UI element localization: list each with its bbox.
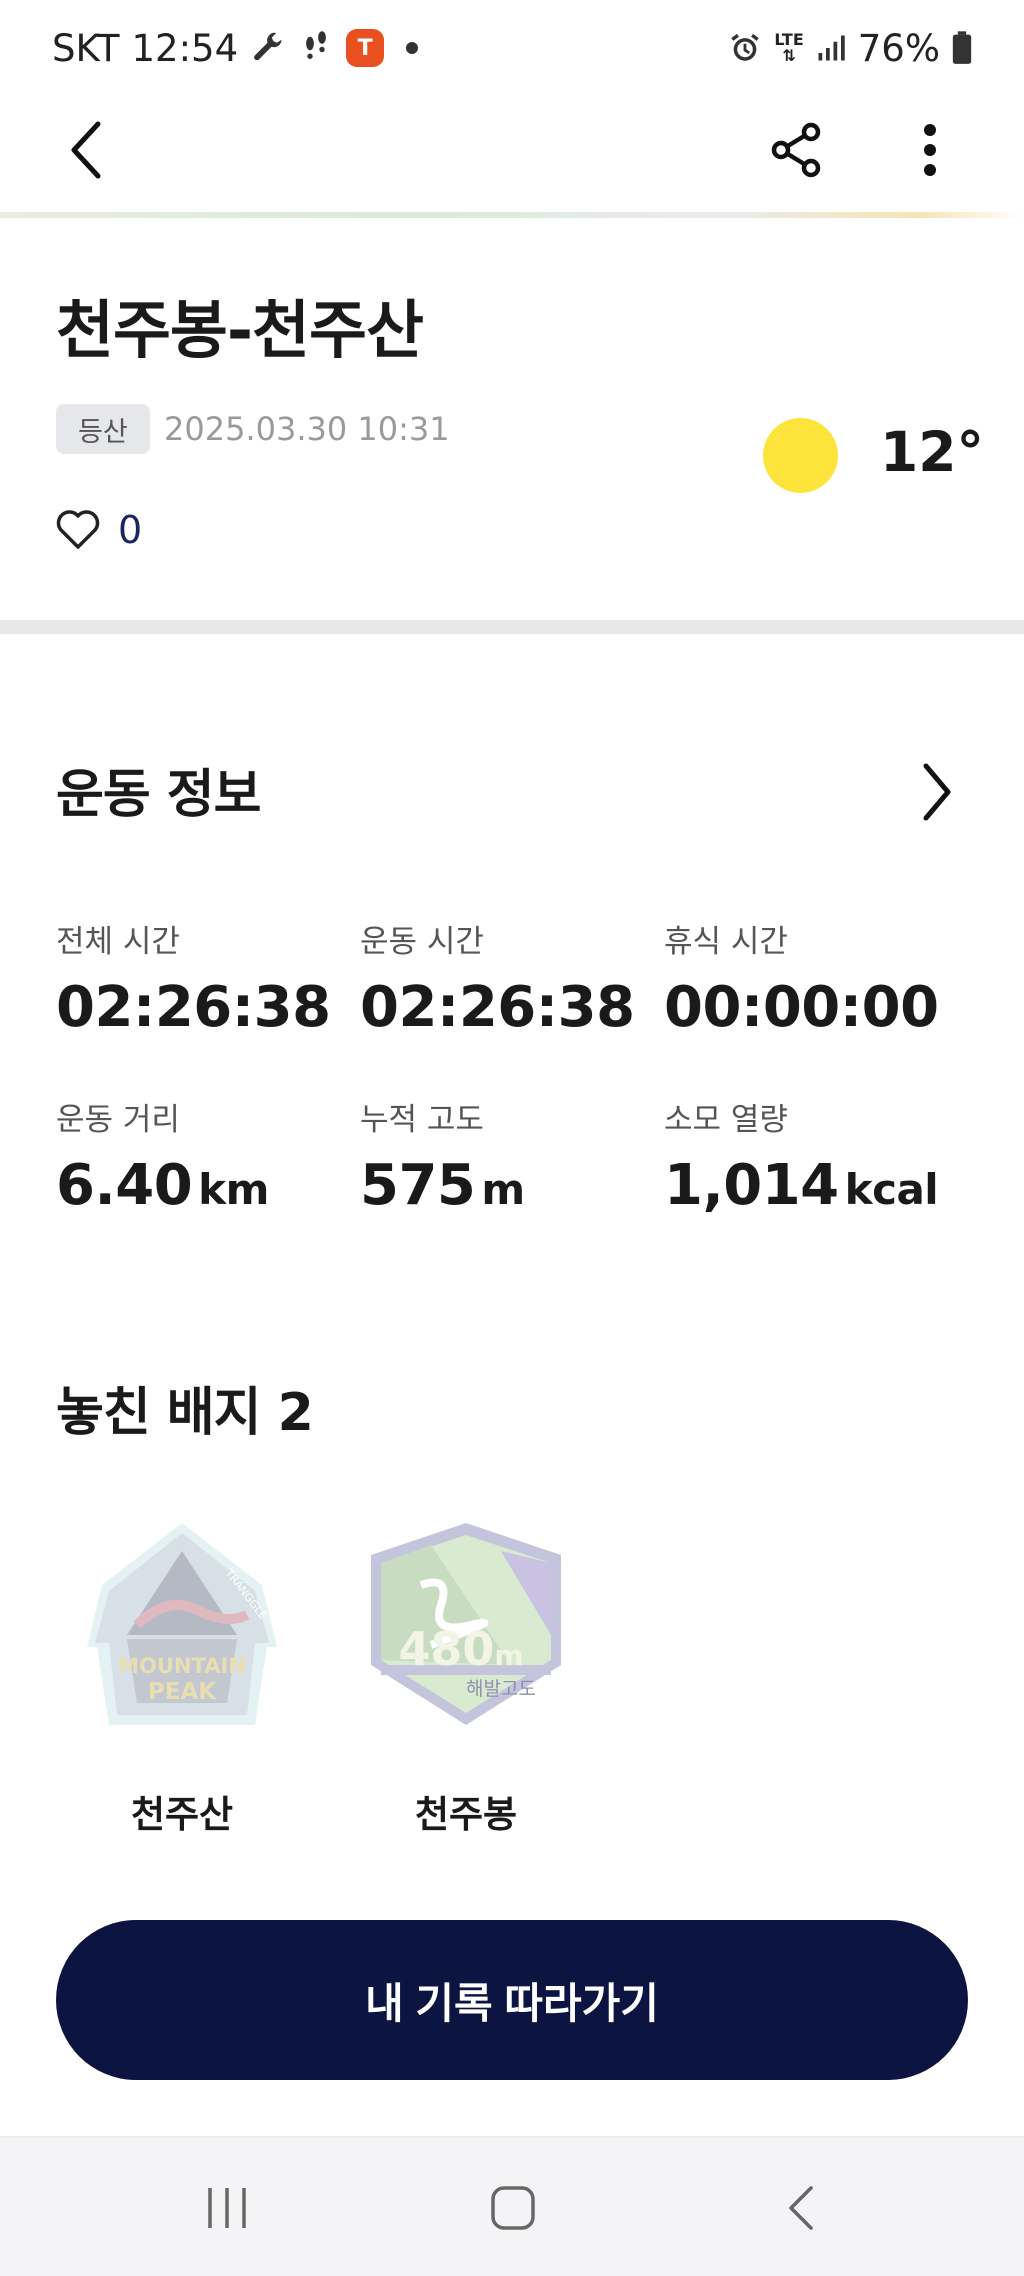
stat-label: 운동 시간 [360,924,484,960]
stat-label: 전체 시간 [56,924,180,960]
like-button[interactable]: 0 [56,508,142,552]
lte-icon: LTE ⇅ [774,32,803,64]
share-button[interactable] [762,110,832,190]
notification-dot-icon [406,42,419,54]
badge-name: 천주산 [130,1793,234,1836]
stat-calories: 소모 열량 1,014 kcal [664,1094,939,1218]
back-button[interactable] [56,114,116,186]
carrier-label: SKT [52,26,120,70]
stat-value: 575 m [360,1153,525,1218]
stat-value: 1,014 kcal [664,1153,939,1218]
stat-distance: 운동 거리 6.40 km [56,1094,269,1218]
back-arrow-icon [789,2186,813,2230]
clock: 12:54 [131,26,239,70]
badge-art-line2: PEAK [148,1679,217,1705]
altitude-480m-badge-icon: 480m 해발고도 [356,1510,576,1730]
battery-icon [952,31,972,65]
stat-number: 6.40 [56,1153,193,1218]
data-arrows-icon: ⇅ [782,46,796,65]
badge-cheonjusan[interactable]: MOUNTAIN PEAK TRANGGLE 천주산 [72,1510,292,1840]
share-icon [771,122,821,178]
exercise-info-title: 운동 정보 [56,765,261,825]
stat-exercise-time: 운동 시간 02:26:38 [360,916,635,1040]
stat-value: 02:26:38 [56,975,331,1040]
section-divider [0,620,1024,634]
stat-elevation-gain: 누적 고도 575 m [360,1094,525,1218]
record-title: 천주봉-천주산 [56,294,424,367]
status-bar: SKT 12:54 T LTE ⇅ 76% [0,0,1024,96]
system-back-button[interactable] [756,2168,846,2248]
stat-unit: kcal [844,1165,939,1214]
map-preview-edge [0,212,1024,218]
badge-art-line1: MOUNTAIN [118,1654,246,1678]
stat-number: 02:26:38 [56,975,331,1040]
record-datetime: 2025.03.30 10:31 [164,410,450,448]
stat-label: 휴식 시간 [664,924,788,960]
signal-icon [816,33,846,63]
stat-number: 575 [360,1153,476,1218]
home-icon [491,2186,535,2230]
battery-percent: 76% [857,26,940,70]
top-app-bar [0,96,1024,214]
missed-badges-title: 놓친 배지 2 [56,1383,314,1443]
alarm-icon [728,31,762,65]
sunny-weather-icon [763,418,838,493]
recent-apps-button[interactable] [182,2168,272,2248]
status-right: LTE ⇅ 76% [728,27,972,70]
chevron-right-icon [923,763,951,821]
badge-cheonjubong[interactable]: 480m 해발고도 천주봉 [356,1510,576,1840]
mountain-peak-badge-icon: MOUNTAIN PEAK TRANGGLE [72,1510,292,1730]
stat-label: 누적 고도 [360,1102,484,1138]
status-left: SKT 12:54 T [52,26,419,70]
stat-label: 소모 열량 [664,1102,788,1138]
stat-value: 02:26:38 [360,975,635,1040]
exercise-info-detail-button[interactable] [912,752,962,832]
stat-number: 02:26:38 [360,975,635,1040]
footsteps-icon [298,30,334,66]
stat-unit: km [198,1165,269,1214]
stat-unit: m [481,1165,525,1214]
trangle-app-icon: T [346,29,385,67]
heart-icon [56,510,100,549]
system-navigation-bar [0,2136,1024,2276]
more-options-button[interactable] [900,110,960,190]
stat-number: 1,014 [664,1153,839,1218]
recent-apps-icon [208,2188,246,2228]
badge-name: 천주봉 [414,1793,518,1836]
badge-art-unit: m [494,1639,523,1672]
stat-rest-time: 휴식 시간 00:00:00 [664,916,939,1040]
wrench-icon [250,30,286,66]
chevron-left-icon [71,121,101,179]
stat-value: 00:00:00 [664,975,939,1040]
follow-my-record-button[interactable]: 내 기록 따라가기 [56,1920,968,2080]
badge-art-number: 480 [398,1622,494,1676]
like-count: 0 [118,508,143,552]
badge-art-caption: 해발고도 [466,1678,536,1700]
more-vertical-icon [924,124,936,176]
stat-label: 운동 거리 [56,1102,180,1138]
stat-number: 00:00:00 [664,975,939,1040]
temperature: 12° [880,420,985,484]
home-button[interactable] [468,2168,558,2248]
category-tag: 등산 [56,404,150,454]
stat-value: 6.40 km [56,1153,269,1218]
stat-total-time: 전체 시간 02:26:38 [56,916,331,1040]
